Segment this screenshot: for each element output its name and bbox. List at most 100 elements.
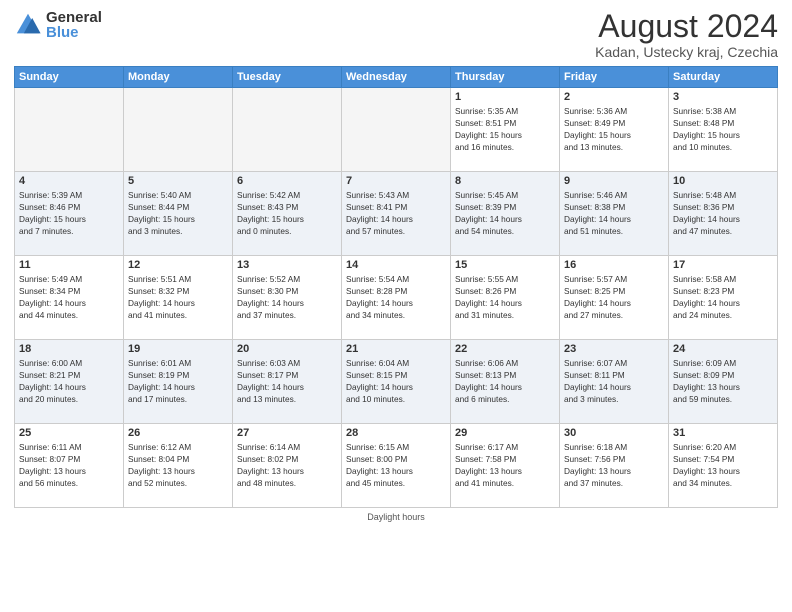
day-info: Sunrise: 6:18 AMSunset: 7:56 PMDaylight:…	[564, 441, 664, 489]
calendar-day: 18 Sunrise: 6:00 AMSunset: 8:21 PMDayligh…	[15, 340, 124, 424]
calendar-header-friday: Friday	[560, 67, 669, 88]
logo-icon	[14, 11, 42, 39]
day-number: 26	[128, 427, 228, 439]
day-number: 31	[673, 427, 773, 439]
day-info: Sunrise: 5:45 AMSunset: 8:39 PMDaylight:…	[455, 189, 555, 237]
day-number: 23	[564, 343, 664, 355]
calendar-day: 25 Sunrise: 6:11 AMSunset: 8:07 PMDayligh…	[15, 424, 124, 508]
calendar-day: 19 Sunrise: 6:01 AMSunset: 8:19 PMDayligh…	[124, 340, 233, 424]
day-info: Sunrise: 5:51 AMSunset: 8:32 PMDaylight:…	[128, 273, 228, 321]
day-info: Sunrise: 5:35 AMSunset: 8:51 PMDaylight:…	[455, 105, 555, 153]
day-info: Sunrise: 5:57 AMSunset: 8:25 PMDaylight:…	[564, 273, 664, 321]
calendar-week-row: 1 Sunrise: 5:35 AMSunset: 8:51 PMDaylight…	[15, 88, 778, 172]
logo: General Blue	[14, 10, 102, 40]
day-number: 17	[673, 259, 773, 271]
day-info: Sunrise: 6:17 AMSunset: 7:58 PMDaylight:…	[455, 441, 555, 489]
day-info: Sunrise: 5:36 AMSunset: 8:49 PMDaylight:…	[564, 105, 664, 153]
calendar-header-wednesday: Wednesday	[342, 67, 451, 88]
day-number: 16	[564, 259, 664, 271]
day-info: Sunrise: 6:04 AMSunset: 8:15 PMDaylight:…	[346, 357, 446, 405]
calendar-table: SundayMondayTuesdayWednesdayThursdayFrid…	[14, 66, 778, 508]
calendar-day: 15Sunrise: 5:55 AMSunset: 8:26 PMDayligh…	[451, 256, 560, 340]
calendar-day: 31 Sunrise: 6:20 AMSunset: 7:54 PMDayligh…	[669, 424, 778, 508]
day-info: Sunrise: 5:49 AMSunset: 8:34 PMDaylight:…	[19, 273, 119, 321]
day-number: 5	[128, 175, 228, 187]
day-info: Sunrise: 6:14 AMSunset: 8:02 PMDaylight:…	[237, 441, 337, 489]
calendar-day: 14 Sunrise: 5:54 AMSunset: 8:28 PMDayligh…	[342, 256, 451, 340]
day-number: 27	[237, 427, 337, 439]
day-number: 15	[455, 259, 555, 271]
day-info: Sunrise: 6:00 AMSunset: 8:21 PMDaylight:…	[19, 357, 119, 405]
day-number: 21	[346, 343, 446, 355]
calendar-header-tuesday: Tuesday	[233, 67, 342, 88]
logo-blue: Blue	[46, 25, 102, 40]
footer-note-text: Daylight hours	[367, 512, 425, 522]
day-info: Sunrise: 5:48 AMSunset: 8:36 PMDaylight:…	[673, 189, 773, 237]
page-container: General Blue August 2024 Kadan, Ustecky …	[0, 0, 792, 612]
day-info: Sunrise: 6:20 AMSunset: 7:54 PMDaylight:…	[673, 441, 773, 489]
day-number: 9	[564, 175, 664, 187]
day-info: Sunrise: 6:11 AMSunset: 8:07 PMDaylight:…	[19, 441, 119, 489]
day-info: Sunrise: 6:07 AMSunset: 8:11 PMDaylight:…	[564, 357, 664, 405]
day-info: Sunrise: 5:38 AMSunset: 8:48 PMDaylight:…	[673, 105, 773, 153]
calendar-week-row: 11 Sunrise: 5:49 AMSunset: 8:34 PMDayligh…	[15, 256, 778, 340]
calendar-day	[233, 88, 342, 172]
calendar-header-thursday: Thursday	[451, 67, 560, 88]
day-info: Sunrise: 5:39 AMSunset: 8:46 PMDaylight:…	[19, 189, 119, 237]
day-number: 3	[673, 91, 773, 103]
calendar-day	[124, 88, 233, 172]
day-number: 11	[19, 259, 119, 271]
day-info: Sunrise: 6:06 AMSunset: 8:13 PMDaylight:…	[455, 357, 555, 405]
day-number: 4	[19, 175, 119, 187]
day-number: 13	[237, 259, 337, 271]
day-info: Sunrise: 5:40 AMSunset: 8:44 PMDaylight:…	[128, 189, 228, 237]
day-number: 30	[564, 427, 664, 439]
day-info: Sunrise: 5:52 AMSunset: 8:30 PMDaylight:…	[237, 273, 337, 321]
calendar-day	[15, 88, 124, 172]
day-info: Sunrise: 5:42 AMSunset: 8:43 PMDaylight:…	[237, 189, 337, 237]
calendar-day: 10 Sunrise: 5:48 AMSunset: 8:36 PMDayligh…	[669, 172, 778, 256]
title-section: August 2024 Kadan, Ustecky kraj, Czechia	[595, 10, 778, 60]
calendar-day: 29Sunrise: 6:17 AMSunset: 7:58 PMDayligh…	[451, 424, 560, 508]
calendar-day: 30 Sunrise: 6:18 AMSunset: 7:56 PMDayligh…	[560, 424, 669, 508]
day-number: 8	[455, 175, 555, 187]
calendar-header-sunday: Sunday	[15, 67, 124, 88]
calendar-day: 12 Sunrise: 5:51 AMSunset: 8:32 PMDayligh…	[124, 256, 233, 340]
day-number: 12	[128, 259, 228, 271]
day-info: Sunrise: 5:43 AMSunset: 8:41 PMDaylight:…	[346, 189, 446, 237]
day-number: 1	[455, 91, 555, 103]
calendar-day: 21 Sunrise: 6:04 AMSunset: 8:15 PMDayligh…	[342, 340, 451, 424]
calendar-day: 4 Sunrise: 5:39 AMSunset: 8:46 PMDaylight…	[15, 172, 124, 256]
location: Kadan, Ustecky kraj, Czechia	[595, 44, 778, 60]
month-year: August 2024	[595, 10, 778, 42]
day-number: 2	[564, 91, 664, 103]
day-number: 19	[128, 343, 228, 355]
day-number: 25	[19, 427, 119, 439]
calendar-header-monday: Monday	[124, 67, 233, 88]
footer-note: Daylight hours	[14, 512, 778, 522]
calendar-day: 6Sunrise: 5:42 AMSunset: 8:43 PMDaylight…	[233, 172, 342, 256]
day-number: 10	[673, 175, 773, 187]
calendar-day: 16 Sunrise: 5:57 AMSunset: 8:25 PMDayligh…	[560, 256, 669, 340]
day-number: 14	[346, 259, 446, 271]
calendar-day: 26Sunrise: 6:12 AMSunset: 8:04 PMDayligh…	[124, 424, 233, 508]
calendar-day: 24 Sunrise: 6:09 AMSunset: 8:09 PMDayligh…	[669, 340, 778, 424]
calendar-day: 23 Sunrise: 6:07 AMSunset: 8:11 PMDayligh…	[560, 340, 669, 424]
day-number: 22	[455, 343, 555, 355]
calendar-day: 11 Sunrise: 5:49 AMSunset: 8:34 PMDayligh…	[15, 256, 124, 340]
calendar-day: 8 Sunrise: 5:45 AMSunset: 8:39 PMDaylight…	[451, 172, 560, 256]
calendar-header-saturday: Saturday	[669, 67, 778, 88]
calendar-day: 27 Sunrise: 6:14 AMSunset: 8:02 PMDayligh…	[233, 424, 342, 508]
day-number: 28	[346, 427, 446, 439]
day-info: Sunrise: 5:54 AMSunset: 8:28 PMDaylight:…	[346, 273, 446, 321]
day-info: Sunrise: 6:01 AMSunset: 8:19 PMDaylight:…	[128, 357, 228, 405]
day-info: Sunrise: 6:03 AMSunset: 8:17 PMDaylight:…	[237, 357, 337, 405]
calendar-week-row: 25 Sunrise: 6:11 AMSunset: 8:07 PMDayligh…	[15, 424, 778, 508]
calendar-day: 20Sunrise: 6:03 AMSunset: 8:17 PMDayligh…	[233, 340, 342, 424]
day-number: 24	[673, 343, 773, 355]
day-number: 18	[19, 343, 119, 355]
day-info: Sunrise: 6:09 AMSunset: 8:09 PMDaylight:…	[673, 357, 773, 405]
calendar-week-row: 18 Sunrise: 6:00 AMSunset: 8:21 PMDayligh…	[15, 340, 778, 424]
calendar-day: 9Sunrise: 5:46 AMSunset: 8:38 PMDaylight…	[560, 172, 669, 256]
calendar-day	[342, 88, 451, 172]
